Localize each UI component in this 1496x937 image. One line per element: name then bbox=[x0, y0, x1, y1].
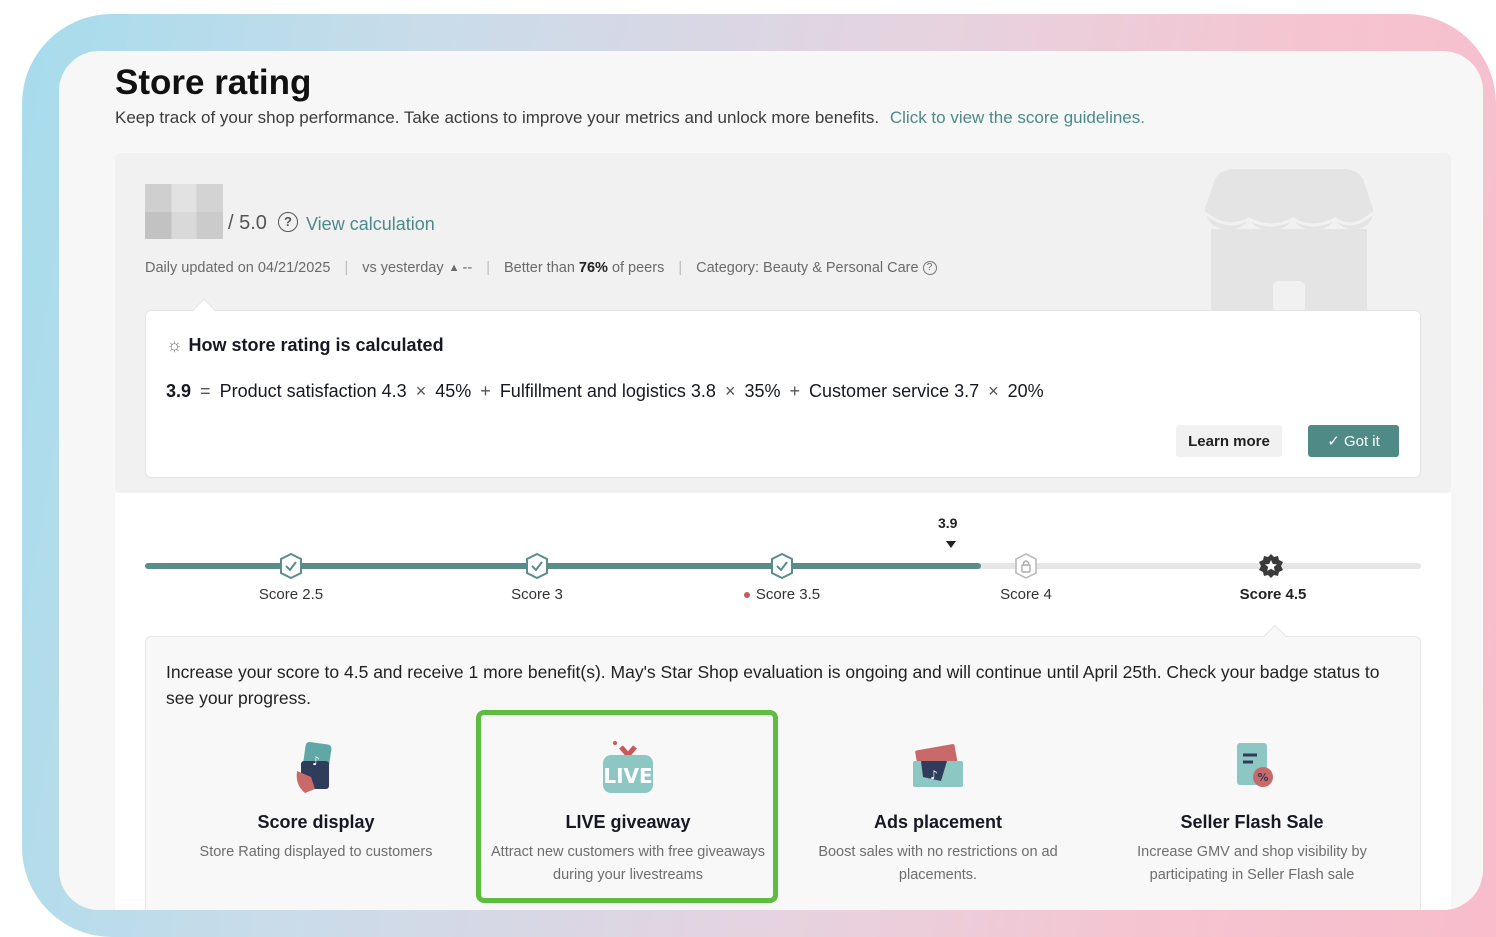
better-than-prefix: Better than bbox=[503, 260, 575, 276]
benefit-title: Ads placement bbox=[873, 812, 1003, 832]
equals-sign: = bbox=[200, 381, 211, 401]
ad-ticket-icon: ♪ bbox=[913, 744, 963, 787]
storefront-illustration bbox=[1204, 169, 1375, 313]
better-than-suffix: of peers bbox=[611, 260, 665, 276]
divider: | bbox=[486, 260, 490, 276]
arrow-up-icon: ▲ bbox=[448, 262, 460, 274]
milestone-label-selected[interactable]: Score 4.5 bbox=[1203, 586, 1343, 603]
formula-term-label: Product satisfaction 4.3 bbox=[219, 381, 407, 401]
progress-fill bbox=[145, 563, 981, 569]
benefit-title: Score display bbox=[257, 812, 375, 832]
better-than-value: 76% bbox=[578, 260, 608, 276]
status-dot bbox=[743, 592, 750, 599]
benefit-ads-placement: ♪ Ads placement Boost sales with no rest… bbox=[788, 737, 1088, 887]
category-label: Category: Beauty & Personal Care bbox=[696, 260, 919, 276]
formula-result: 3.9 bbox=[166, 381, 192, 401]
milestone-label-current: Score 3.5 bbox=[712, 586, 852, 603]
check-icon: ✓ bbox=[1327, 433, 1340, 450]
times-sign: × bbox=[724, 381, 736, 401]
formula-term-weight: 45% bbox=[435, 381, 472, 401]
current-score-marker: 3.9 bbox=[938, 515, 958, 531]
page-subtitle: Keep track of your shop performance. Tak… bbox=[115, 108, 1145, 128]
score-summary-panel: / 5.0 ? View calculation Daily updated o… bbox=[115, 153, 1451, 493]
svg-text:♪: ♪ bbox=[312, 754, 320, 768]
score-progress-section: 3.9 Score 2.5 Score 3 Score 3.5 Score 4 … bbox=[115, 493, 1451, 910]
formula-term-label: Customer service 3.7 bbox=[809, 381, 980, 401]
svg-text:♪: ♪ bbox=[930, 768, 938, 782]
live-giveaway-highlight bbox=[476, 710, 778, 903]
milestone-label: Score 3.5 bbox=[755, 586, 821, 603]
benefit-description: Boost sales with no restrictions on ad p… bbox=[818, 844, 1058, 883]
svg-text:%: % bbox=[1257, 771, 1268, 784]
milestone-label: Score 3 bbox=[511, 586, 563, 603]
plus-sign: + bbox=[480, 381, 491, 401]
got-it-button[interactable]: ✓ Got it bbox=[1308, 425, 1399, 457]
question-circle-icon[interactable]: ? bbox=[278, 212, 298, 232]
divider: | bbox=[678, 260, 683, 276]
phone-tiktok-icon: ♪ bbox=[296, 741, 332, 793]
benefit-seller-flash-sale: % Seller Flash Sale Increase GMV and sho… bbox=[1102, 737, 1402, 887]
calculation-explainer: ☼ How store rating is calculated 3.9 = Pr… bbox=[145, 298, 1421, 478]
benefits-intro: Increase your score to 4.5 and receive 1… bbox=[166, 662, 1380, 708]
plus-sign: + bbox=[789, 381, 801, 401]
milestone-label: Score 2.5 bbox=[258, 586, 324, 603]
updated-date: Daily updated on 04/21/2025 bbox=[145, 260, 331, 276]
got-it-label: Got it bbox=[1343, 433, 1380, 450]
blurred-score-value bbox=[145, 184, 223, 239]
pointer-notch bbox=[192, 298, 216, 322]
lightbulb-icon: ☼ bbox=[166, 335, 183, 355]
star-badge-icon bbox=[1259, 554, 1283, 578]
score-meta-row: Daily updated on 04/21/2025 | vs yesterd… bbox=[145, 260, 937, 276]
calculation-title-row: ☼ How store rating is calculated bbox=[166, 335, 444, 356]
vs-yesterday-label: vs yesterday bbox=[362, 260, 444, 276]
benefit-description: Increase GMV and shop visibility by part… bbox=[1137, 844, 1367, 883]
times-sign: × bbox=[988, 381, 999, 401]
calculation-title: How store rating is calculated bbox=[188, 335, 444, 355]
flash-sale-doc-icon: % bbox=[1237, 743, 1273, 787]
formula-term-label: Fulfillment and logistics 3.8 bbox=[499, 381, 716, 401]
benefit-title: Seller Flash Sale bbox=[1180, 812, 1324, 832]
check-shield-icon bbox=[771, 552, 793, 580]
learn-more-button[interactable]: Learn more bbox=[1176, 425, 1282, 457]
score-guidelines-link[interactable]: Click to view the score guidelines. bbox=[890, 108, 1145, 127]
pointer-notch bbox=[1263, 624, 1287, 648]
calculation-formula: 3.9 = Product satisfaction 4.3 × 45% + F… bbox=[166, 381, 1044, 402]
check-shield-icon bbox=[526, 552, 548, 580]
subtitle-text: Keep track of your shop performance. Tak… bbox=[115, 108, 880, 127]
max-score-label: / 5.0 bbox=[228, 212, 267, 234]
category-help-icon[interactable]: ? bbox=[922, 261, 937, 275]
formula-term-weight: 35% bbox=[744, 381, 781, 401]
milestone-label: Score 4 bbox=[1000, 586, 1052, 603]
times-sign: × bbox=[415, 381, 427, 401]
benefits-panel: Increase your score to 4.5 and receive 1… bbox=[145, 624, 1421, 910]
check-shield-icon bbox=[280, 552, 302, 580]
formula-term-weight: 20% bbox=[1007, 381, 1044, 401]
lock-shield-icon bbox=[1015, 553, 1037, 579]
page-title: Store rating bbox=[115, 63, 312, 102]
vs-yesterday-value: -- bbox=[462, 260, 473, 276]
benefit-score-display: ♪ Score display Store Rating displayed t… bbox=[166, 737, 466, 864]
current-score-pointer bbox=[946, 541, 956, 548]
benefit-description: Store Rating displayed to customers bbox=[199, 844, 433, 860]
view-calculation-link[interactable]: View calculation bbox=[306, 214, 435, 235]
divider: | bbox=[344, 260, 349, 276]
